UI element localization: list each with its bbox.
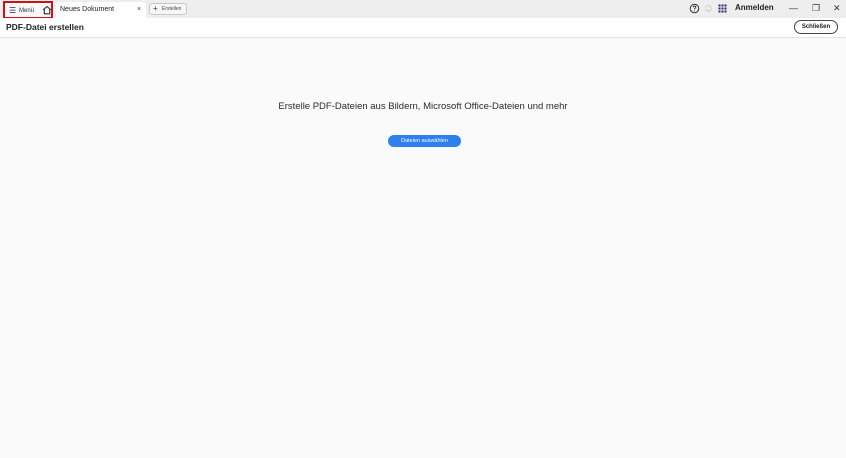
create-tab-button[interactable]: + Erstellen: [149, 3, 187, 15]
tab-title: Neues Dokument: [60, 6, 115, 13]
restore-icon[interactable]: ❐: [812, 1, 820, 15]
create-tab-label: Erstellen: [162, 6, 182, 12]
close-tool-button[interactable]: Schließen: [794, 20, 838, 34]
tab-neues-dokument[interactable]: Neues Dokument ×: [56, 2, 146, 18]
help-icon[interactable]: [689, 3, 700, 14]
minimize-icon[interactable]: —: [789, 1, 798, 15]
create-pdf-headline: Erstelle PDF-Dateien aus Bildern, Micros…: [278, 101, 568, 112]
main-content: Erstelle PDF-Dateien aus Bildern, Micros…: [0, 38, 846, 458]
menu-button[interactable]: ☰ Menü: [3, 1, 53, 19]
title-bar: ☰ Menü Neues Dokument × + Erstellen Anme…: [0, 0, 846, 19]
sign-in-button[interactable]: Anmelden: [735, 3, 774, 13]
choose-files-button[interactable]: Dateien auswählen: [388, 135, 461, 147]
plus-icon: +: [153, 4, 158, 13]
tab-close-icon[interactable]: ×: [137, 5, 141, 15]
home-icon[interactable]: [42, 5, 52, 15]
page-title: PDF-Datei erstellen: [6, 22, 84, 32]
bell-icon[interactable]: [703, 3, 714, 14]
hamburger-icon: ☰: [9, 6, 17, 15]
close-window-icon[interactable]: ✕: [833, 1, 841, 15]
menu-label: Menü: [19, 8, 35, 14]
tool-header: PDF-Datei erstellen Schließen: [0, 18, 846, 38]
apps-grid-icon[interactable]: [717, 3, 728, 14]
